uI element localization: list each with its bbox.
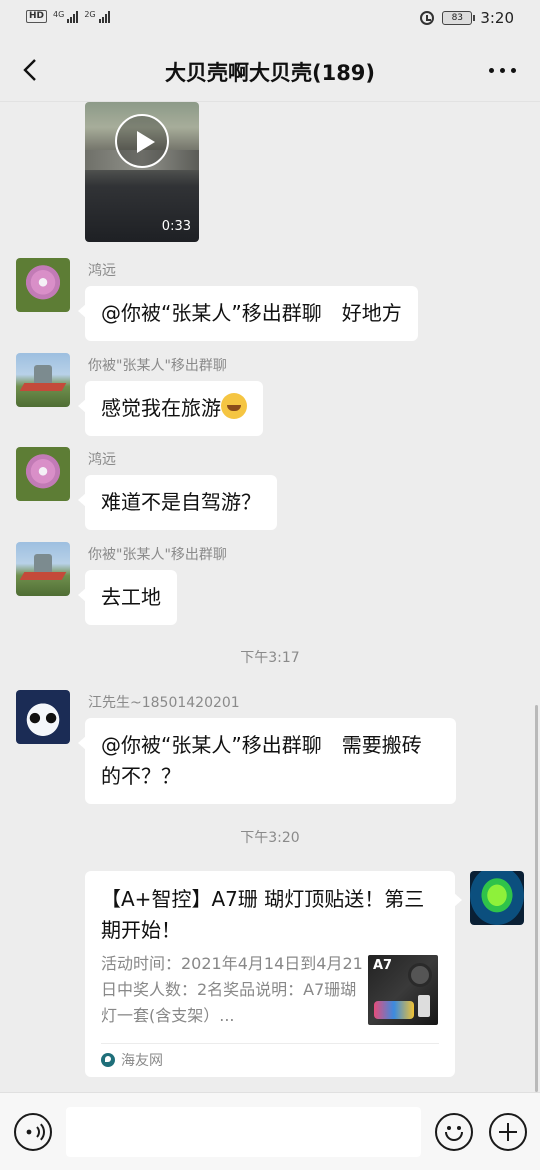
link-card-source: 海友网 xyxy=(101,1050,163,1070)
source-logo-icon xyxy=(101,1053,115,1067)
timestamp: 下午3:17 xyxy=(240,650,300,666)
message-text: @你被“张某人”移出群聊 需要搬砖的不？？ xyxy=(101,733,422,788)
clock: 3:20 xyxy=(480,9,514,27)
message-list[interactable]: 0:33 鸿远 @你被“张某人”移出群聊 好地方 你被"张某人"移出群聊 感觉我… xyxy=(0,102,540,1092)
signal-icon-1: 4G xyxy=(53,10,79,23)
link-card-thumbnail: A7 xyxy=(368,955,438,1025)
status-bar-right: 83 3:20 xyxy=(420,9,514,27)
chat-header: 大贝壳啊大贝壳(189) xyxy=(0,38,540,102)
message-text: 去工地 xyxy=(101,585,161,609)
sender-name: 江先生~18501420201 xyxy=(88,695,240,711)
thumbnail-label: A7 xyxy=(373,958,393,973)
sender-name: 你被"张某人"移出群聊 xyxy=(88,547,227,563)
message-bubble[interactable]: 感觉我在旅游 xyxy=(78,381,263,436)
battery-icon: 83 xyxy=(442,11,476,25)
voice-icon[interactable] xyxy=(14,1113,52,1151)
source-name: 海友网 xyxy=(121,1053,163,1069)
signal-icon-2: 2G xyxy=(84,10,110,23)
link-card[interactable]: 【A+智控】A7珊 瑚灯顶贴送！第三期开始！ 活动时间：2021年4月14日到4… xyxy=(85,871,462,1077)
message-text: @你被“张某人”移出群聊 好地方 xyxy=(101,301,402,325)
more-dots-icon[interactable] xyxy=(489,68,516,73)
sender-name: 你被"张某人"移出群聊 xyxy=(88,358,227,374)
link-card-description: 活动时间：2021年4月14日到4月21日中奖人数：2名奖品说明：A7珊瑚灯一套… xyxy=(101,954,363,1025)
timestamp: 下午3:20 xyxy=(240,830,300,846)
divider xyxy=(101,1043,439,1044)
status-bar: HD 4G 2G 83 3:20 xyxy=(0,0,540,38)
scrollbar[interactable] xyxy=(535,705,538,1092)
avatar[interactable] xyxy=(16,353,70,407)
input-bar xyxy=(0,1092,540,1170)
plus-icon[interactable] xyxy=(489,1113,527,1151)
avatar[interactable] xyxy=(16,447,70,501)
message-input[interactable] xyxy=(66,1107,421,1157)
message-bubble[interactable]: @你被“张某人”移出群聊 需要搬砖的不？？ xyxy=(78,718,456,804)
avatar[interactable] xyxy=(16,258,70,312)
message-bubble[interactable]: 去工地 xyxy=(78,570,177,625)
my-avatar[interactable] xyxy=(470,871,524,925)
play-icon[interactable] xyxy=(115,114,169,168)
video-message[interactable]: 0:33 xyxy=(85,102,199,242)
chat-title: 大贝壳啊大贝壳(189) xyxy=(164,61,376,85)
laughing-crying-emoji-icon xyxy=(221,393,247,419)
sender-name: 鸿远 xyxy=(88,452,116,468)
message-bubble[interactable]: @你被“张某人”移出群聊 好地方 xyxy=(78,286,418,341)
alarm-icon xyxy=(420,11,435,25)
avatar[interactable] xyxy=(16,542,70,596)
message-bubble[interactable]: 难道不是自驾游？ xyxy=(78,475,277,530)
avatar[interactable] xyxy=(16,690,70,744)
message-text: 难道不是自驾游？ xyxy=(101,490,261,514)
video-duration: 0:33 xyxy=(161,219,191,234)
hd-badge: HD xyxy=(26,10,48,23)
sender-name: 鸿远 xyxy=(88,263,116,279)
status-bar-left: HD 4G 2G xyxy=(26,10,110,23)
link-card-title: 【A+智控】A7珊 瑚灯顶贴送！第三期开始！ xyxy=(101,887,425,942)
message-text: 感觉我在旅游 xyxy=(101,396,221,420)
emoji-icon[interactable] xyxy=(435,1113,473,1151)
